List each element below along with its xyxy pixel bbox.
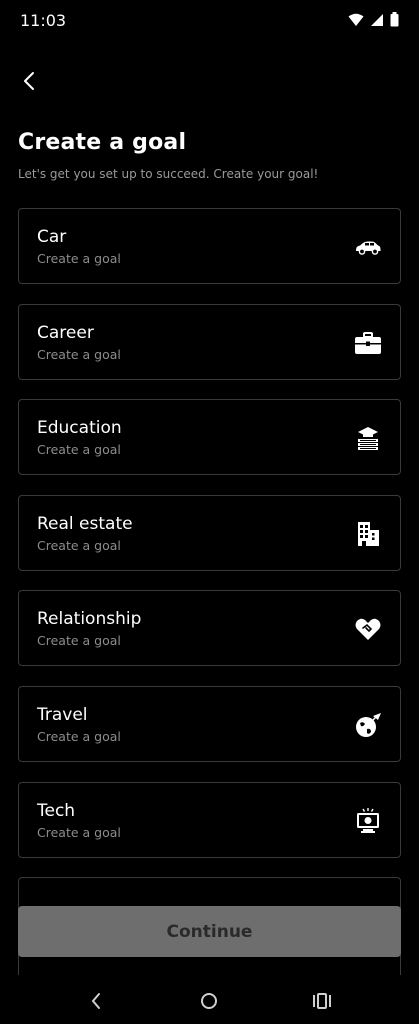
signal-icon — [371, 13, 383, 26]
goal-name: Car — [37, 227, 67, 247]
wifi-icon — [348, 13, 364, 26]
building-icon — [358, 521, 379, 546]
goal-subtitle: Create a goal — [37, 346, 121, 362]
goal-name: Education — [37, 418, 122, 439]
status-bar: 11:03 — [0, 0, 419, 40]
computer-icon — [357, 807, 379, 833]
goal-card-relationship[interactable]: Relationship Create a goal — [18, 590, 401, 667]
goal-subtitle: Create a goal — [37, 537, 121, 553]
battery-icon — [390, 12, 399, 27]
car-icon — [356, 241, 381, 255]
goal-card-tech[interactable]: Tech Create a goal — [18, 781, 401, 858]
goal-card-travel[interactable]: Travel Create a goal — [18, 685, 401, 762]
status-icons — [348, 12, 399, 27]
page-subtitle: Let's get you set up to succeed. Create … — [18, 167, 319, 181]
page-title: Create a goal — [18, 130, 187, 155]
goal-subtitle: Create a goal — [37, 824, 121, 840]
nav-home-button[interactable] — [195, 987, 223, 1015]
nav-home-icon — [201, 993, 217, 1009]
goal-card-career[interactable]: Career Create a goal — [18, 303, 401, 380]
nav-recents-button[interactable] — [308, 987, 336, 1015]
system-nav-bar — [0, 975, 419, 1024]
back-button[interactable] — [14, 66, 44, 96]
books-icon — [358, 427, 378, 451]
goal-name: Tech — [37, 800, 76, 821]
briefcase-icon — [355, 331, 381, 354]
chevron-left-icon — [24, 72, 34, 90]
nav-recents-icon — [313, 993, 331, 1009]
goal-card-education[interactable]: Education Create a goal — [18, 399, 401, 476]
goal-name: Relationship — [37, 609, 142, 630]
goal-card-real-estate[interactable]: Real estate Create a goal — [18, 494, 401, 571]
goal-subtitle: Create a goal — [37, 633, 121, 649]
goal-subtitle: Create a goal — [37, 728, 121, 744]
heart-handshake-icon — [355, 619, 381, 641]
goal-subtitle: Create a goal — [37, 251, 121, 266]
goal-list: Car Create a goal Career Create a goal E… — [18, 208, 401, 877]
goal-name: Real estate — [37, 513, 133, 534]
goal-subtitle: Create a goal — [37, 442, 121, 458]
status-time: 11:03 — [20, 11, 67, 30]
goal-name: Travel — [37, 704, 88, 725]
goal-card-car[interactable]: Car Create a goal — [18, 208, 401, 284]
globe-plane-icon — [356, 712, 381, 737]
nav-back-button[interactable] — [82, 987, 110, 1015]
continue-button[interactable]: Continue — [18, 906, 401, 957]
nav-back-icon — [91, 993, 100, 1009]
goal-name: Career — [37, 322, 94, 343]
